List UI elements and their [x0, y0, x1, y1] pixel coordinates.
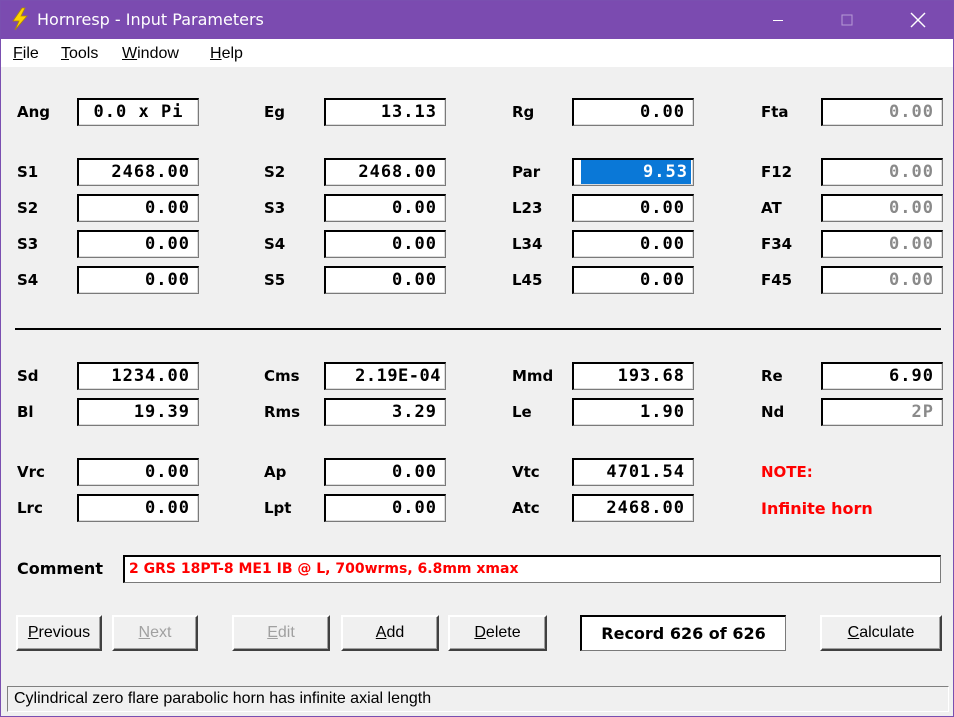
- maximize-button: [824, 1, 870, 39]
- lightning-icon: [12, 7, 28, 31]
- hornresp-window: Hornresp - Input Parameters File Tools W…: [0, 0, 954, 717]
- note-text: Infinite horn: [761, 499, 873, 518]
- label-l23: L23: [512, 199, 543, 217]
- field-atc[interactable]: 2468.00: [572, 494, 694, 522]
- field-par[interactable]: 9.53: [572, 158, 694, 186]
- add-button[interactable]: Add: [341, 615, 439, 651]
- label-rg: Rg: [512, 103, 535, 121]
- field-s3[interactable]: 0.00: [324, 194, 446, 222]
- field-s2-second[interactable]: 0.00: [77, 194, 199, 222]
- field-mmd[interactable]: 193.68: [572, 362, 694, 390]
- label-f12: F12: [761, 163, 793, 181]
- maximize-icon: [841, 14, 853, 26]
- field-rms[interactable]: 3.29: [324, 398, 446, 426]
- menu-window[interactable]: Window: [122, 45, 179, 63]
- field-l23[interactable]: 0.00: [572, 194, 694, 222]
- status-bar: Cylindrical zero flare parabolic horn ha…: [1, 685, 953, 716]
- record-indicator: Record 626 of 626: [580, 615, 786, 651]
- label-f34: F34: [761, 235, 793, 253]
- label-s2: S2: [264, 163, 286, 181]
- field-s5[interactable]: 0.00: [324, 266, 446, 294]
- label-le: Le: [512, 403, 532, 421]
- menu-tools[interactable]: Tools: [61, 45, 98, 63]
- field-at[interactable]: 0.00: [821, 194, 943, 222]
- label-s4: S4: [264, 235, 286, 253]
- field-ang[interactable]: 0.0 x Pi: [77, 98, 199, 126]
- label-ang: Ang: [17, 103, 51, 121]
- label-ap: Ap: [264, 463, 287, 481]
- field-f34[interactable]: 0.00: [821, 230, 943, 258]
- label-l45: L45: [512, 271, 543, 289]
- field-vrc[interactable]: 0.00: [77, 458, 199, 486]
- field-cms[interactable]: 2.19E-04: [324, 362, 446, 390]
- label-atc: Atc: [512, 499, 540, 517]
- field-lpt[interactable]: 0.00: [324, 494, 446, 522]
- label-s2-second: S2: [17, 199, 39, 217]
- label-at: AT: [761, 199, 782, 217]
- note-label: NOTE:: [761, 463, 813, 481]
- section-divider: [15, 328, 941, 330]
- title-bar[interactable]: Hornresp - Input Parameters: [1, 1, 953, 39]
- label-bl: Bl: [17, 403, 34, 421]
- label-sd: Sd: [17, 367, 39, 385]
- field-re[interactable]: 6.90: [821, 362, 943, 390]
- label-nd: Nd: [761, 403, 785, 421]
- menu-file[interactable]: File: [13, 45, 39, 63]
- menu-help[interactable]: Help: [210, 45, 243, 63]
- comment-field[interactable]: 2 GRS 18PT-8 ME1 IB @ L, 700wrms, 6.8mm …: [123, 555, 941, 583]
- field-rg[interactable]: 0.00: [572, 98, 694, 126]
- label-f45: F45: [761, 271, 793, 289]
- field-l34[interactable]: 0.00: [572, 230, 694, 258]
- field-eg[interactable]: 13.13: [324, 98, 446, 126]
- field-vtc[interactable]: 4701.54: [572, 458, 694, 486]
- field-s4[interactable]: 0.00: [324, 230, 446, 258]
- window-title: Hornresp - Input Parameters: [37, 10, 264, 29]
- label-re: Re: [761, 367, 783, 385]
- label-s1: S1: [17, 163, 39, 181]
- field-lrc[interactable]: 0.00: [77, 494, 199, 522]
- close-button[interactable]: [895, 1, 941, 39]
- label-s3: S3: [264, 199, 286, 217]
- minimize-button[interactable]: [755, 1, 801, 39]
- calculate-button[interactable]: Calculate: [820, 615, 942, 651]
- label-lrc: Lrc: [17, 499, 43, 517]
- label-s4-second: S4: [17, 271, 39, 289]
- label-rms: Rms: [264, 403, 301, 421]
- field-f12[interactable]: 0.00: [821, 158, 943, 186]
- label-par: Par: [512, 163, 541, 181]
- field-sd[interactable]: 1234.00: [77, 362, 199, 390]
- previous-button[interactable]: Previous: [16, 615, 102, 651]
- label-mmd: Mmd: [512, 367, 554, 385]
- edit-button: Edit: [232, 615, 330, 651]
- label-vrc: Vrc: [17, 463, 45, 481]
- comment-label: Comment: [17, 559, 103, 578]
- label-s5: S5: [264, 271, 286, 289]
- field-le[interactable]: 1.90: [572, 398, 694, 426]
- label-s3-second: S3: [17, 235, 39, 253]
- label-l34: L34: [512, 235, 543, 253]
- field-nd[interactable]: 2P: [821, 398, 943, 426]
- field-bl[interactable]: 19.39: [77, 398, 199, 426]
- field-s3-second[interactable]: 0.00: [77, 230, 199, 258]
- label-vtc: Vtc: [512, 463, 540, 481]
- field-l45[interactable]: 0.00: [572, 266, 694, 294]
- delete-button[interactable]: Delete: [448, 615, 547, 651]
- status-text: Cylindrical zero flare parabolic horn ha…: [7, 686, 949, 712]
- next-button: Next: [112, 615, 198, 651]
- field-fta[interactable]: 0.00: [821, 98, 943, 126]
- minimize-icon: [773, 20, 783, 21]
- field-s2[interactable]: 2468.00: [324, 158, 446, 186]
- label-eg: Eg: [264, 103, 285, 121]
- menu-bar: File Tools Window Help: [1, 39, 953, 67]
- input-parameters-panel: Ang 0.0 x Pi Eg 13.13 Rg 0.00 Fta 0.00 S…: [1, 67, 953, 685]
- close-icon: [910, 12, 926, 28]
- field-s4-second[interactable]: 0.00: [77, 266, 199, 294]
- field-ap[interactable]: 0.00: [324, 458, 446, 486]
- label-lpt: Lpt: [264, 499, 292, 517]
- field-par-selected-text: 9.53: [581, 160, 691, 184]
- label-fta: Fta: [761, 103, 789, 121]
- field-f45[interactable]: 0.00: [821, 266, 943, 294]
- label-cms: Cms: [264, 367, 300, 385]
- field-s1[interactable]: 2468.00: [77, 158, 199, 186]
